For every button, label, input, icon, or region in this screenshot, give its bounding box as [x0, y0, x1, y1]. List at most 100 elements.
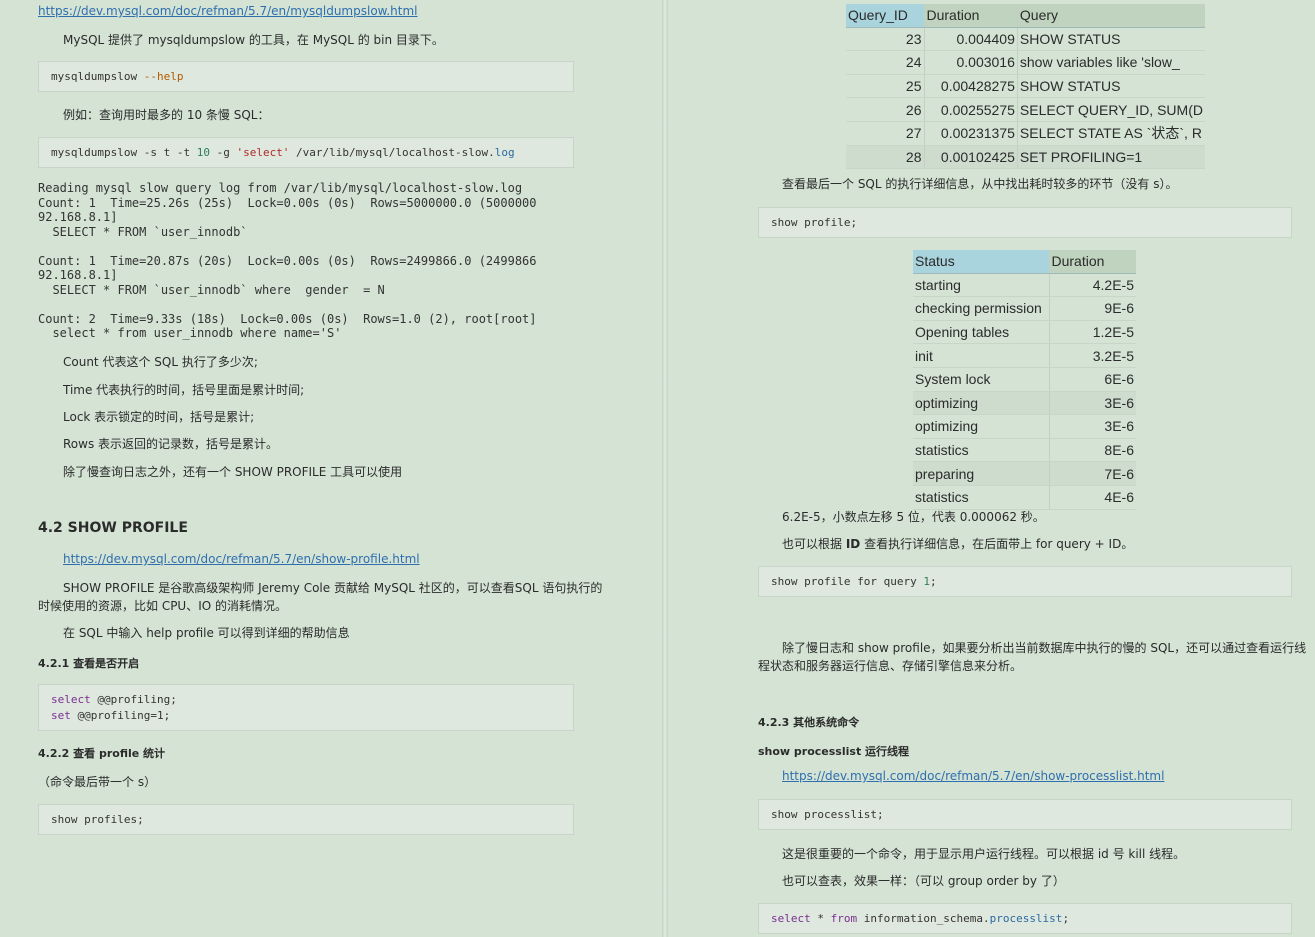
code-identifier: processlist	[989, 912, 1063, 925]
processlist-doc-link[interactable]: https://dev.mysql.com/doc/refman/5.7/en/…	[782, 769, 1164, 783]
code-text: show profile for query	[771, 575, 924, 588]
paragraph-profile-line1: SHOW PROFILE 是谷歌高级架构师 Jeremy Cole 贡献给 My…	[63, 581, 603, 595]
table-row: 23 0.004409 SHOW STATUS	[846, 27, 1205, 52]
table-cell: 0.00102425	[924, 145, 1018, 170]
code-block-dumpslow: mysqldumpslow -s t -t 10 -g 'select' /va…	[38, 137, 574, 168]
heading-processlist: show processlist 运行线程	[758, 745, 910, 758]
table-row: optimizing 3E-6	[913, 414, 1136, 439]
code-keyword: log	[494, 146, 515, 159]
output-line: SELECT * FROM `user_innodb`	[38, 224, 248, 239]
table-cell: 23	[846, 27, 925, 52]
table-row: starting 4.2E-5	[913, 273, 1136, 298]
table-cell: show variables like 'slow_	[1017, 50, 1205, 75]
table-cell: SET PROFILING=1	[1017, 145, 1205, 170]
table-cell: 3E-6	[1049, 391, 1136, 416]
table-row: checking permission 9E-6	[913, 296, 1136, 321]
code-number: 10	[196, 146, 210, 159]
code-option: --help	[143, 70, 184, 83]
table-row: Opening tables 1.2E-5	[913, 320, 1136, 345]
slow-log-output: Reading mysql slow query log from /var/l…	[38, 181, 576, 341]
code-string: 'select'	[236, 146, 290, 159]
output-line: Count: 1 Time=25.26s (25s) Lock=0.00s (0…	[38, 195, 537, 210]
code-keyword: set	[51, 709, 71, 722]
code-text: ;	[1062, 912, 1070, 925]
code-text: mysqldumpslow	[51, 70, 144, 83]
code-block-information-schema: select * from information_schema.process…	[758, 903, 1292, 934]
table-cell: SELECT QUERY_ID, SUM(D	[1017, 97, 1205, 122]
table-cell: 4E-6	[1049, 485, 1136, 510]
heading-4-2-1: 4.2.1 查看是否开启	[38, 657, 140, 670]
table-row: init 3.2E-5	[913, 343, 1136, 368]
output-line: Reading mysql slow query log from /var/l…	[38, 181, 523, 195]
left-page: https://dev.mysql.com/doc/refman/5.7/en/…	[0, 0, 662, 937]
code-block-show-profiles: show profiles;	[38, 804, 574, 835]
table-cell: 0.00428275	[924, 74, 1018, 99]
heading-4-2-2: 4.2.2 查看 profile 统计	[38, 747, 166, 760]
table-cell: 3.2E-5	[1049, 343, 1136, 368]
table-cell: Opening tables	[913, 320, 1050, 345]
table-cell: 0.00231375	[924, 121, 1018, 146]
paragraph-note: （命令最后带一个 s）	[38, 775, 157, 789]
table-cell: statistics	[913, 485, 1050, 510]
table-cell: 0.004409	[924, 27, 1018, 52]
paragraph-last-sql: 查看最后一个 SQL 的执行详细信息，从中找出耗时较多的环节（没有 s）。	[782, 177, 1178, 191]
column-header-status: Status	[913, 250, 1050, 274]
right-page: Query_ID Duration Query 23 0.004409 SHOW S…	[668, 0, 1315, 937]
code-keyword: select	[51, 693, 91, 706]
code-keyword: from	[830, 912, 858, 925]
output-line: Count: 1 Time=20.87s (20s) Lock=0.00s (0…	[38, 253, 537, 268]
output-line: Count: 2 Time=9.33s (18s) Lock=0.00s (0s…	[38, 311, 537, 326]
table-cell: 6E-6	[1049, 367, 1136, 392]
table-row: 26 0.00255275 SELECT QUERY_ID, SUM(D	[846, 97, 1205, 122]
paragraph-dumpslow: MySQL 提供了 mysqldumpslow 的工具，在 MySQL 的 bi…	[63, 33, 444, 47]
code-text: information_schema.	[857, 912, 990, 925]
table-cell: checking permission	[913, 296, 1050, 321]
table-cell: SELECT STATE AS `状态`, R	[1017, 121, 1205, 146]
mysqldumpslow-doc-link[interactable]: https://dev.mysql.com/doc/refman/5.7/en/…	[38, 4, 418, 18]
table-cell: 4.2E-5	[1049, 273, 1136, 298]
table-cell: 3E-6	[1049, 414, 1136, 439]
table-cell: 1.2E-5	[1049, 320, 1136, 345]
paragraph-help: 在 SQL 中输入 help profile 可以得到详细的帮助信息	[63, 626, 350, 640]
code-text: -g	[209, 146, 237, 159]
table-cell: init	[913, 343, 1050, 368]
table-row: optimizing 3E-6	[913, 391, 1136, 416]
code-block-help: mysqldumpslow --help	[38, 61, 574, 92]
profiles-table: Query_ID Duration Query 23 0.004409 SHOW S…	[846, 4, 1205, 170]
table-row: 25 0.00428275 SHOW STATUS	[846, 74, 1205, 99]
code-block-profile-for-query: show profile for query 1;	[758, 566, 1292, 597]
table-cell: 27	[846, 121, 925, 146]
code-number: 1	[923, 575, 930, 588]
table-cell: 7E-6	[1049, 461, 1136, 486]
code-block-show-profile: show profile;	[758, 207, 1292, 238]
code-text: ;	[929, 575, 937, 588]
code-text: /var/lib/mysql/localhost-slow.	[289, 146, 495, 159]
table-row: statistics 4E-6	[913, 485, 1136, 510]
code-keyword: select	[771, 912, 811, 925]
table-row: statistics 8E-6	[913, 438, 1136, 463]
column-header-query-id: Query_ID	[846, 4, 925, 28]
output-line: SELECT * FROM `user_innodb` where gender…	[38, 282, 385, 297]
code-text: @@profiling=1;	[70, 709, 171, 722]
table-cell: optimizing	[913, 391, 1050, 416]
paragraph-by-id: 也可以根据 ID 查看执行详细信息，在后面带上 for query + ID。	[782, 535, 1133, 553]
table-cell: SHOW STATUS	[1017, 27, 1205, 52]
table-row: 24 0.003016 show variables like 'slow_	[846, 50, 1205, 75]
paragraph-time: Time 代表执行的时间，括号里面是累计时间;	[63, 383, 305, 397]
code-text: @@profiling;	[90, 693, 177, 706]
table-cell: optimizing	[913, 414, 1050, 439]
code-text: mysqldumpslow -s t -t	[51, 146, 197, 159]
text: 查看执行详细信息，在后面带上 for query + ID。	[860, 537, 1134, 551]
table-row: 27 0.00231375 SELECT STATE AS `状态`, R	[846, 121, 1205, 146]
paragraph-besides: 除了慢查询日志之外，还有一个 SHOW PROFILE 工具可以使用	[63, 465, 403, 479]
paragraph-scientific: 6.2E-5，小数点左移 5 位，代表 0.000062 秒。	[782, 510, 1045, 524]
table-cell: 24	[846, 50, 925, 75]
table-cell: starting	[913, 273, 1050, 298]
table-cell: 25	[846, 74, 925, 99]
column-header-duration: Duration	[924, 4, 1018, 28]
paragraph-profile-line2: 时候使用的资源，比如 CPU、IO 的消耗情况。	[38, 599, 288, 613]
paragraph-important: 这是很重要的一个命令，用于显示用户运行线程。可以根据 id 号 kill 线程。	[782, 847, 1186, 861]
code-text: *	[810, 912, 831, 925]
table-row: 28 0.00102425 SET PROFILING=1	[846, 145, 1205, 170]
show-profile-doc-link[interactable]: https://dev.mysql.com/doc/refman/5.7/en/…	[63, 552, 420, 566]
